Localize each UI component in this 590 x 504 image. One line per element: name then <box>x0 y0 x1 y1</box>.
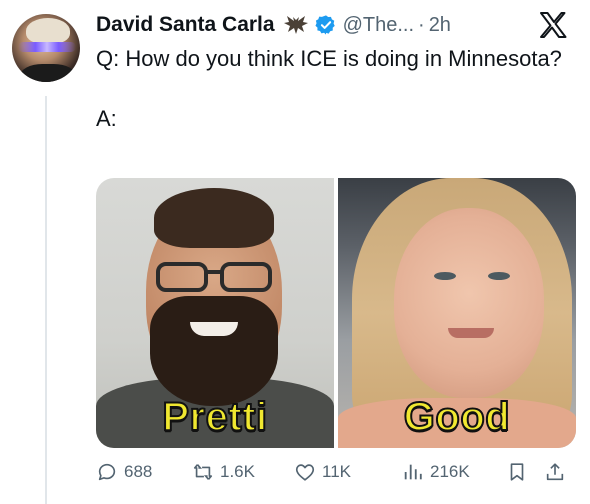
post-text: Q: How do you think ICE is doing in Minn… <box>96 44 566 134</box>
woman-eye-right <box>488 272 510 280</box>
woman-smile <box>448 328 494 338</box>
post-question: Q: How do you think ICE is doing in Minn… <box>96 46 562 71</box>
avatar-jacket <box>20 64 76 82</box>
share-icon <box>546 463 564 481</box>
views-icon <box>404 464 422 480</box>
views-button[interactable]: 216K <box>402 461 470 483</box>
glasses-icon <box>156 262 272 292</box>
left-caption: Pretti <box>161 394 268 440</box>
media-photo-right[interactable]: Good <box>338 178 576 448</box>
post-header: David Santa Carla @The... · 2h <box>96 8 451 42</box>
reply-count: 688 <box>124 462 153 481</box>
media-photo-left[interactable]: Pretti <box>96 178 334 448</box>
avatar[interactable] <box>12 14 80 82</box>
bookmark-icon <box>510 463 524 481</box>
reply-icon <box>98 463 116 481</box>
right-caption: Good <box>403 394 511 440</box>
bookmark-button[interactable] <box>506 461 534 483</box>
author-name[interactable]: David Santa Carla <box>96 13 275 37</box>
man-smile <box>190 322 238 336</box>
avatar-glowing-eyes <box>18 42 76 52</box>
thread-line <box>45 96 47 504</box>
x-logo-icon[interactable] <box>538 10 568 40</box>
like-button[interactable]: 11K <box>294 461 351 483</box>
action-bar: 688 1.6K 11K 216K <box>96 456 576 488</box>
author-handle[interactable]: @The... <box>343 14 414 37</box>
views-count: 216K <box>430 462 470 481</box>
heart-icon <box>295 464 315 481</box>
repost-count: 1.6K <box>220 462 255 481</box>
post-media[interactable]: Pretti Good <box>96 178 576 448</box>
reply-button[interactable]: 688 <box>96 461 152 483</box>
bat-icon <box>283 14 309 36</box>
post-time[interactable]: 2h <box>429 14 451 37</box>
verified-badge-icon[interactable] <box>315 14 337 36</box>
man-hair <box>154 188 274 248</box>
man-beard <box>150 296 278 406</box>
repost-button[interactable]: 1.6K <box>192 461 255 483</box>
repost-icon <box>193 464 213 480</box>
avatar-hair <box>26 18 70 44</box>
header-separator: · <box>418 13 425 36</box>
share-button[interactable] <box>544 461 572 483</box>
like-count: 11K <box>322 462 351 481</box>
woman-face <box>394 208 544 398</box>
woman-eye-left <box>434 272 456 280</box>
post-answer: A: <box>96 106 117 131</box>
